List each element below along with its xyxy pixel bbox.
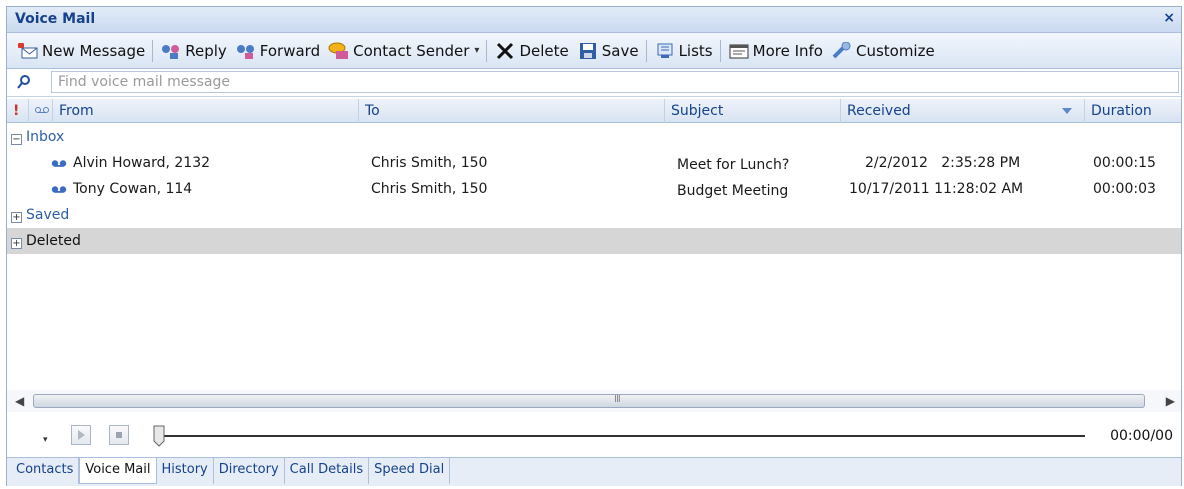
- sort-descending-icon: [1062, 108, 1072, 114]
- save-icon: [577, 41, 599, 61]
- tab-directory[interactable]: Directory: [214, 458, 285, 484]
- tab-contacts[interactable]: Contacts: [11, 458, 80, 484]
- delete-label: Delete: [519, 41, 569, 60]
- subject-cell: Budget Meeting: [677, 183, 789, 199]
- toolbar-separator: [152, 39, 154, 62]
- scrollbar-grip: III: [614, 394, 621, 405]
- to-cell: Chris Smith, 150: [371, 181, 488, 197]
- voice-mail-window: Voice Mail × New Message Reply Forward C…: [6, 6, 1182, 486]
- group-saved-label: Saved: [26, 207, 70, 223]
- horizontal-scrollbar[interactable]: ◀ III ▶: [7, 390, 1181, 412]
- save-button[interactable]: Save: [573, 37, 643, 65]
- contact-sender-icon: [328, 41, 350, 61]
- table-row[interactable]: Tony Cowan, 114 Chris Smith, 150 Budget …: [7, 176, 1181, 202]
- close-icon[interactable]: ×: [1163, 10, 1175, 26]
- forward-button[interactable]: Forward: [231, 37, 324, 65]
- voicemail-icon: [35, 103, 49, 119]
- toolbar-separator: [645, 39, 647, 62]
- received-cell: 2/2/2012 2:35:28 PM: [865, 155, 1021, 171]
- voicemail-icon: [51, 151, 67, 177]
- bottom-tabs: Contacts Voice Mail History Directory Ca…: [7, 457, 1181, 486]
- from-text: Tony Cowan, 114: [73, 181, 193, 197]
- from-column-header[interactable]: From: [53, 99, 359, 123]
- window-title: Voice Mail: [15, 11, 96, 27]
- voicemail-icon: [51, 177, 67, 203]
- received-column-header[interactable]: Received: [841, 99, 1085, 123]
- tab-speed-dial[interactable]: Speed Dial: [369, 458, 451, 484]
- stop-icon: [116, 432, 122, 438]
- lists-label: Lists: [678, 41, 713, 60]
- subject-cell: Meet for Lunch?: [677, 157, 790, 173]
- duration-cell: 00:00:03: [1093, 181, 1156, 197]
- playback-track[interactable]: [157, 435, 1085, 437]
- customize-button[interactable]: Customize: [827, 37, 939, 65]
- contact-sender-label: Contact Sender: [353, 41, 470, 60]
- delete-button[interactable]: Delete: [490, 37, 572, 65]
- from-text: Alvin Howard, 2132: [73, 155, 211, 171]
- from-cell: Alvin Howard, 2132: [51, 150, 210, 176]
- tab-history[interactable]: History: [157, 458, 214, 484]
- chevron-down-icon[interactable]: ▾: [474, 45, 479, 56]
- new-message-label: New Message: [42, 41, 146, 60]
- toolbar: New Message Reply Forward Contact Sender…: [7, 33, 1181, 69]
- group-inbox[interactable]: − Inbox: [7, 124, 1181, 150]
- volume-icon[interactable]: ▾: [43, 435, 48, 445]
- new-message-icon: [17, 41, 39, 61]
- toolbar-separator: [719, 39, 721, 62]
- save-label: Save: [601, 41, 639, 60]
- expand-icon[interactable]: +: [11, 238, 22, 249]
- subject-column-header[interactable]: Subject: [665, 99, 841, 123]
- search-input[interactable]: [51, 71, 1179, 93]
- received-cell: 10/17/2011 11:28:02 AM: [849, 181, 1024, 197]
- scrollbar-thumb[interactable]: III: [33, 394, 1145, 408]
- duration-cell: 00:00:15: [1093, 155, 1156, 171]
- stop-button[interactable]: [109, 425, 129, 445]
- more-info-button[interactable]: More Info: [724, 37, 827, 65]
- delete-icon: [494, 41, 516, 61]
- tab-call-details[interactable]: Call Details: [285, 458, 370, 484]
- play-button[interactable]: [71, 425, 91, 445]
- group-inbox-label: Inbox: [26, 129, 65, 145]
- group-deleted[interactable]: + Deleted: [7, 228, 1181, 254]
- reply-label: Reply: [185, 41, 227, 60]
- group-saved[interactable]: + Saved: [7, 202, 1181, 228]
- lists-icon: [654, 41, 676, 61]
- reply-button[interactable]: Reply: [156, 37, 231, 65]
- table-row[interactable]: Alvin Howard, 2132 Chris Smith, 150 Meet…: [7, 150, 1181, 176]
- forward-label: Forward: [259, 41, 321, 60]
- more-info-label: More Info: [752, 41, 823, 60]
- playback-time: 00:00/00: [1110, 428, 1173, 444]
- scroll-right-icon[interactable]: ▶: [1166, 394, 1175, 408]
- collapse-icon[interactable]: −: [11, 134, 22, 145]
- title-bar: Voice Mail ×: [7, 7, 1181, 33]
- contact-sender-button[interactable]: Contact Sender ▾: [324, 37, 483, 65]
- from-cell: Tony Cowan, 114: [51, 176, 192, 202]
- reply-icon: [160, 41, 182, 61]
- tab-voice-mail[interactable]: Voice Mail: [79, 458, 157, 484]
- wrench-icon: [831, 41, 853, 61]
- search-icon: [17, 75, 31, 93]
- playback-slider[interactable]: [153, 425, 165, 447]
- message-grid: − Inbox Alvin Howard, 2132 Chris Smith, 1…: [7, 124, 1181, 390]
- play-icon: [78, 430, 85, 440]
- audio-player: ▾ 00:00/00: [7, 412, 1181, 456]
- column-header: ! From To Subject Received Duration: [7, 99, 1181, 123]
- scroll-left-icon[interactable]: ◀: [15, 394, 24, 408]
- new-message-button[interactable]: New Message: [13, 37, 149, 65]
- lists-button[interactable]: Lists: [650, 37, 717, 65]
- duration-column-header[interactable]: Duration: [1085, 99, 1183, 123]
- toolbar-separator: [486, 39, 488, 62]
- group-deleted-label: Deleted: [26, 233, 81, 249]
- more-info-icon: [728, 41, 750, 61]
- importance-column-header[interactable]: !: [7, 99, 29, 123]
- to-column-header[interactable]: To: [359, 99, 665, 123]
- to-cell: Chris Smith, 150: [371, 155, 488, 171]
- forward-icon: [235, 41, 257, 61]
- search-bar: [7, 69, 1181, 97]
- customize-label: Customize: [855, 41, 935, 60]
- expand-icon[interactable]: +: [11, 212, 22, 223]
- received-header-label: Received: [847, 103, 911, 119]
- voicemail-column-header[interactable]: [29, 99, 53, 123]
